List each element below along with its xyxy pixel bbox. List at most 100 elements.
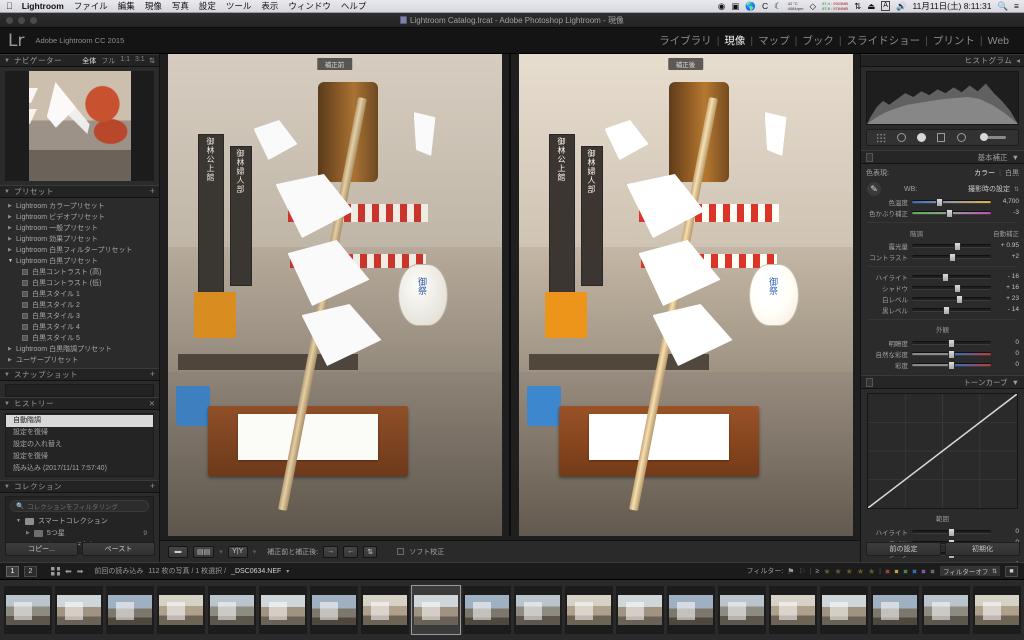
rating-star-1[interactable]: ★ [823, 567, 830, 576]
diamond-icon[interactable]: ◇ [810, 2, 817, 11]
chevron-right-icon[interactable]: ▶ [8, 357, 16, 363]
moon-icon[interactable]: ☾ [774, 2, 782, 11]
menu-clock[interactable]: 11月11日(土) 8:11:31 [913, 0, 992, 12]
adjustment-brush-icon[interactable] [975, 132, 1011, 143]
slider-track[interactable] [912, 241, 991, 251]
slider-track[interactable] [912, 305, 991, 315]
preset-group-user[interactable]: ▶ ユーザープリセット [0, 354, 159, 365]
filmstrip-thumbnail[interactable] [514, 586, 562, 634]
treatment-color-button[interactable]: カラー [974, 168, 995, 178]
slider-knob[interactable] [948, 360, 955, 370]
filmstrip-thumbnail[interactable] [157, 586, 205, 634]
zoom-level-3-1[interactable]: 3:1 [135, 56, 145, 66]
preset-group-color[interactable]: ▶ Lightroom カラープリセット [0, 200, 159, 211]
slider-knob[interactable] [948, 252, 956, 262]
module-slideshow[interactable]: スライドショー [842, 33, 926, 48]
cpu-temp-monitor[interactable]: 42 °C 4084rpm [788, 1, 804, 11]
filmstrip-thumbnail[interactable] [769, 586, 817, 634]
navigator-preview[interactable] [5, 71, 154, 181]
chevron-down-icon[interactable]: ▼ [4, 372, 10, 378]
preset-item[interactable]: 白黒コントラスト (低) [0, 277, 159, 288]
chevron-right-icon[interactable]: ▶ [8, 346, 16, 352]
rating-star-4[interactable]: ★ [857, 567, 864, 576]
c-icon[interactable]: C [762, 2, 768, 11]
filmstrip-filename[interactable]: _DSC0634.NEF [231, 568, 281, 575]
slider-knob[interactable] [948, 349, 955, 359]
menu-item-file[interactable]: ファイル [74, 0, 108, 12]
preset-item[interactable]: 白黒スタイル 1 [0, 288, 159, 299]
basic-panel-header[interactable]: 基本補正 ▼ [861, 150, 1024, 164]
filmstrip[interactable] [0, 580, 1024, 640]
plus-icon[interactable]: + [150, 370, 155, 379]
history-item[interactable]: 読み込み (2017/11/11 7:57:40) [6, 463, 153, 475]
slider-track[interactable] [912, 349, 991, 359]
loupe-view-icon[interactable]: ▬ [168, 545, 188, 558]
minimize-button[interactable] [18, 17, 25, 24]
module-web[interactable]: Web [983, 35, 1014, 47]
slider-knob[interactable] [953, 283, 961, 293]
module-develop[interactable]: 現像 [719, 33, 750, 48]
red-eye-icon[interactable] [915, 132, 928, 143]
chevron-right-icon[interactable]: ▶ [26, 530, 30, 536]
preset-group-general[interactable]: ▶ Lightroom 一般プリセット [0, 222, 159, 233]
color-label-red[interactable] [885, 568, 890, 574]
module-book[interactable]: ブック [797, 33, 839, 48]
filmstrip-thumbnail[interactable] [361, 586, 409, 634]
slider-contrast[interactable]: コントラスト +2 [866, 251, 1019, 262]
reset-button[interactable]: 初期化 [945, 542, 1020, 556]
filmstrip-thumbnail[interactable] [565, 586, 613, 634]
camera-icon[interactable]: ▣ [731, 2, 739, 11]
slider-knob[interactable] [955, 294, 963, 304]
slider-tint[interactable]: 色かぶり補正 -3 [866, 207, 1019, 218]
filmstrip-thumbnail[interactable] [55, 586, 103, 634]
arrow-left-icon[interactable]: ⬅ [65, 567, 72, 576]
snapshots-list[interactable] [5, 384, 154, 397]
wb-preset-value[interactable]: 撮影時の設定 [968, 184, 1010, 194]
chevron-down-icon[interactable]: ▾ [219, 548, 223, 556]
paste-button[interactable]: ペースト [82, 542, 155, 556]
eyedropper-icon[interactable]: ✎ [866, 181, 882, 197]
history-item[interactable]: 設定の入れ替え [6, 439, 153, 451]
treatment-bw-button[interactable]: 白黒 [1005, 168, 1019, 178]
slider-knob[interactable] [943, 305, 951, 315]
sync-icon[interactable]: ⇅ [854, 2, 861, 11]
preset-group-effects[interactable]: ▶ Lightroom 効果プリセット [0, 233, 159, 244]
slider-track[interactable] [912, 294, 991, 304]
color-label-purple[interactable] [921, 568, 926, 574]
swap-before-after-button[interactable]: ⇅ [363, 545, 378, 558]
preset-group-video[interactable]: ▶ Lightroom ビデオプリセット [0, 211, 159, 222]
slider-curve-highlights[interactable]: ハイライト 0 [866, 526, 1019, 537]
filmstrip-thumbnail[interactable] [4, 586, 52, 634]
yy-split-icon[interactable]: Y|Y [227, 545, 248, 558]
slider-knob[interactable] [942, 272, 950, 282]
filmstrip-thumbnail[interactable] [310, 586, 358, 634]
filmstrip-thumbnail[interactable] [259, 586, 307, 634]
slider-track[interactable] [912, 272, 991, 282]
panel-switch-icon[interactable] [866, 152, 873, 162]
radial-filter-icon[interactable] [955, 132, 968, 143]
crop-icon[interactable] [875, 132, 888, 143]
collection-filter-input[interactable]: 🔍 コレクションをフィルタリング [10, 500, 149, 512]
memory-monitor[interactable]: 97.4 : 9303MB 97.8 : 9784MB [822, 1, 848, 11]
window-controls[interactable] [6, 17, 37, 24]
tonecurve-graph[interactable] [867, 393, 1018, 509]
after-pane[interactable]: 補正後 御林公上館 御林婦人部 御祭 [509, 54, 860, 536]
slider-track[interactable] [912, 283, 991, 293]
history-item[interactable]: 自動階調 [6, 415, 153, 427]
apple-icon[interactable]:  [6, 1, 13, 11]
rating-operator[interactable]: ≥ [815, 568, 819, 575]
rating-star-3[interactable]: ★ [846, 567, 853, 576]
slider-blacks[interactable]: 黒レベル - 14 [866, 304, 1019, 315]
copy-button[interactable]: コピー... [5, 542, 78, 556]
preset-item[interactable]: 白黒コントラスト (高) [0, 266, 159, 277]
filmstrip-thumbnail[interactable] [106, 586, 154, 634]
color-label-blue[interactable] [912, 568, 917, 574]
reject-flag-icon[interactable]: ⚐ [798, 567, 805, 576]
search-icon[interactable]: 🔍 [997, 2, 1008, 11]
snapshots-panel-header[interactable]: ▼ スナップショット + [0, 368, 159, 381]
switch-icon[interactable]: ■ [1005, 565, 1018, 577]
chevron-down-icon[interactable]: ▼ [1012, 153, 1019, 162]
filmstrip-thumbnail[interactable] [208, 586, 256, 634]
rating-star-2[interactable]: ★ [834, 567, 841, 576]
x-icon[interactable]: ✕ [149, 399, 155, 408]
